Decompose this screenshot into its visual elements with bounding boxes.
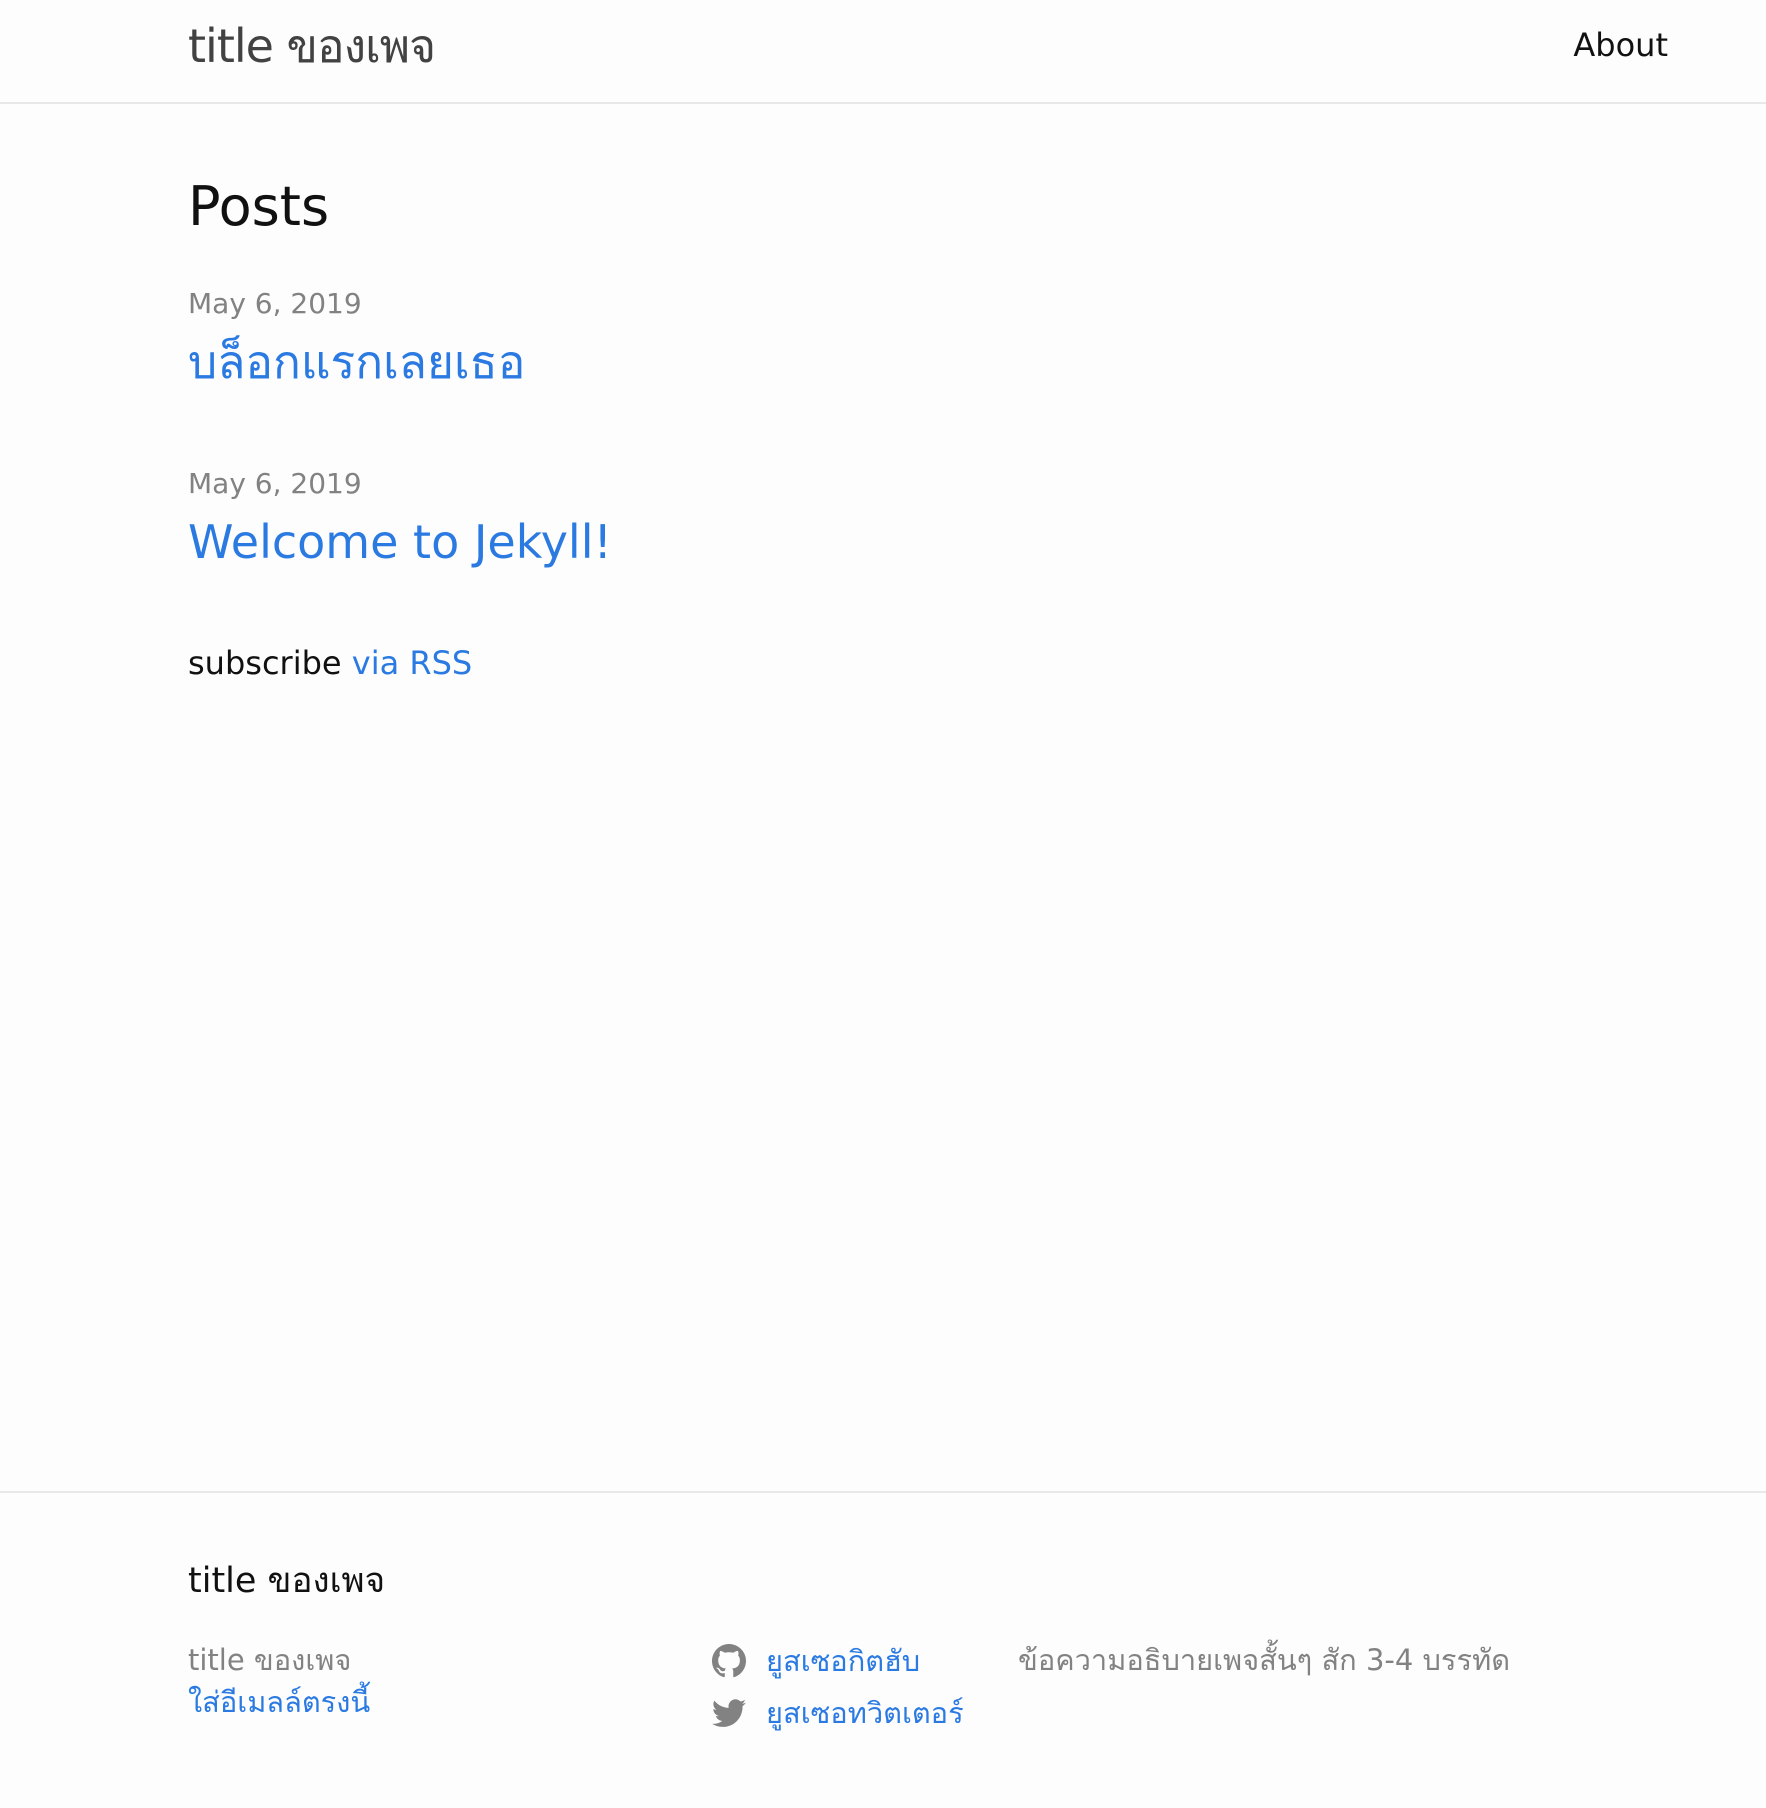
site-header: title ของเพจ About [0,0,1766,104]
footer-heading: title ของเพจ [188,1561,386,1601]
nav-link-about[interactable]: About [1573,22,1668,68]
post-title-link[interactable]: Welcome to Jekyll! [188,510,612,574]
github-icon [712,1644,746,1678]
social-label: ยูสเซอทวิตเตอร์ [766,1696,964,1730]
social-label: ยูสเซอกิตฮับ [766,1644,921,1678]
rss-subscribe: subscribe via RSS [188,640,472,686]
footer-social-column: ยูสเซอกิตฮับ ยูสเซอทวิตเตอร์ [712,1635,1012,1739]
site-title-link[interactable]: title ของเพจ [188,16,436,76]
social-link-github[interactable]: ยูสเซอกิตฮับ [712,1635,1012,1687]
footer-description: ข้อความอธิบายเพจสั้นๆ สัก 3-4 บรรทัด [1018,1643,1511,1677]
post-title-link[interactable]: บล็อกแรกเลยเธอ [188,330,525,394]
social-link-twitter[interactable]: ยูสเซอทวิตเตอร์ [712,1687,1012,1739]
footer-email-link[interactable]: ใส่อีเมลล์ตรงนี้ [188,1681,688,1723]
footer-site-name: title ของเพจ [188,1643,352,1677]
rss-prefix: subscribe [188,644,342,682]
footer-contact-column: title ของเพจ ใส่อีเมลล์ตรงนี้ [188,1639,688,1723]
page-heading: Posts [188,175,330,238]
post-list-item: May 6, 2019 บล็อกแรกเลยเธอ [188,284,525,394]
post-date: May 6, 2019 [188,467,362,500]
twitter-icon [712,1696,746,1730]
post-list-item: May 6, 2019 Welcome to Jekyll! [188,464,612,574]
post-date: May 6, 2019 [188,287,362,320]
site-footer: title ของเพจ title ของเพจ ใส่อีเมลล์ตรงน… [0,1491,1766,1808]
rss-link[interactable]: via RSS [352,644,472,682]
